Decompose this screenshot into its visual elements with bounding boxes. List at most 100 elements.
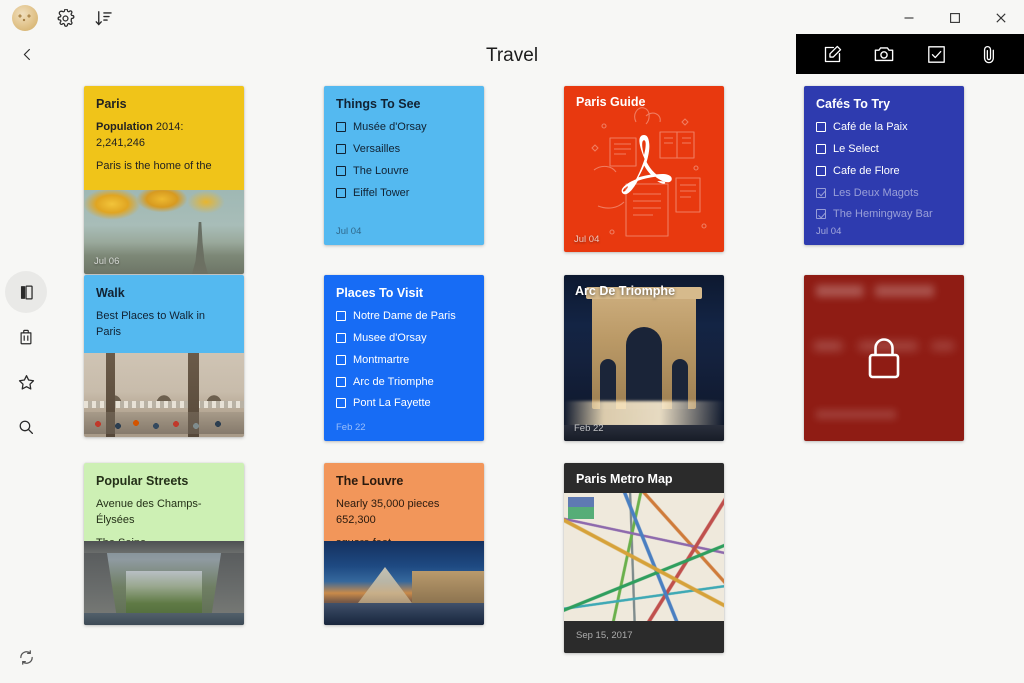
checkbox-checked-icon[interactable] (816, 188, 826, 198)
sidebar-item-favorites[interactable] (10, 366, 42, 398)
checkbox-icon[interactable] (336, 333, 346, 343)
locked-note-preview (804, 275, 964, 441)
checklist-item[interactable]: Versailles (336, 142, 472, 157)
paris-metro-map-photo (564, 493, 724, 621)
attachment-icon[interactable] (973, 39, 1003, 69)
note-card-paris[interactable]: Paris Population 2014: 2,241,246 Paris i… (84, 86, 244, 274)
checklist-label: Musee d'Orsay (353, 331, 427, 346)
checklist-label: The Hemingway Bar (833, 207, 933, 222)
checklist-label: Eiffel Tower (353, 186, 409, 201)
lock-icon (862, 333, 906, 383)
checkbox-icon[interactable] (816, 122, 826, 132)
checklist-label: Montmartre (353, 353, 409, 368)
checkbox-icon[interactable] (336, 398, 346, 408)
checklist-label: Les Deux Magots (833, 186, 919, 201)
note-create-toolbar (796, 34, 1024, 74)
left-sidebar (0, 76, 52, 683)
checklist-icon[interactable] (921, 39, 951, 69)
sort-icon[interactable] (92, 7, 114, 29)
note-title: Arc De Triomphe (575, 284, 675, 298)
note-date: Feb 22 (574, 423, 604, 434)
checkbox-icon[interactable] (816, 144, 826, 154)
checklist-item[interactable]: Arc de Triomphe (336, 375, 472, 390)
note-date: Jul 04 (336, 226, 361, 237)
note-date: Jul 04 (816, 226, 841, 237)
window-controls (886, 0, 1024, 36)
checklist-label: The Louvre (353, 164, 409, 179)
checklist-label: Notre Dame de Paris (353, 309, 456, 324)
note-title: Cafés To Try (816, 97, 952, 112)
checklist-label: Cafe de Flore (833, 164, 900, 179)
checkbox-icon[interactable] (816, 166, 826, 176)
note-line-bold: Population (96, 121, 153, 133)
close-button[interactable] (978, 0, 1024, 36)
checkbox-icon[interactable] (336, 355, 346, 365)
sidebar-item-trash[interactable] (10, 321, 42, 353)
note-line: Population 2014: 2,241,246 (96, 120, 232, 152)
checklist-item[interactable]: Les Deux Magots (816, 186, 952, 201)
note-card-the-louvre[interactable]: The Louvre Nearly 35,000 pieces 652,300 … (324, 463, 484, 625)
note-title: The Louvre (336, 474, 472, 489)
checklist-item[interactable]: Café de la Paix (816, 120, 952, 135)
paris-cafe-terrace-photo (84, 353, 244, 437)
new-note-icon[interactable] (817, 39, 847, 69)
checkbox-icon[interactable] (336, 122, 346, 132)
checklist-label: Pont La Fayette (353, 396, 431, 411)
checklist-item[interactable]: Eiffel Tower (336, 186, 472, 201)
note-card-locked[interactable] (804, 275, 964, 441)
note-title: Popular Streets (96, 474, 232, 489)
paris-eiffel-autumn-photo: Jul 06 (84, 190, 244, 274)
minimize-button[interactable] (886, 0, 932, 36)
note-date: Sep 15, 2017 (576, 630, 633, 641)
note-card-paris-guide[interactable]: Jul 04 Paris Guide (564, 86, 724, 252)
arc-de-triomphe-night-photo: Arc De Triomphe Feb 22 (564, 275, 724, 441)
note-card-arc-de-triomphe[interactable]: Arc De Triomphe Feb 22 (564, 275, 724, 441)
checkbox-checked-icon[interactable] (816, 209, 826, 219)
note-card-walk[interactable]: Walk Best Places to Walk in Paris (84, 275, 244, 437)
checklist-item[interactable]: Cafe de Flore (816, 164, 952, 179)
checklist-item[interactable]: Musée d'Orsay (336, 120, 472, 135)
checklist-item[interactable]: The Louvre (336, 164, 472, 179)
pdf-attachment-preview: Jul 04 Paris Guide (564, 86, 724, 252)
checkbox-icon[interactable] (336, 144, 346, 154)
checklist-item[interactable]: Le Select (816, 142, 952, 157)
note-line: Avenue des Champs-Élysées (96, 497, 232, 529)
user-avatar[interactable] (12, 5, 38, 31)
note-date: Feb 22 (336, 422, 366, 433)
checkbox-icon[interactable] (336, 311, 346, 321)
checklist-item[interactable]: Musee d'Orsay (336, 331, 472, 346)
camera-icon[interactable] (869, 39, 899, 69)
sync-icon[interactable] (12, 643, 40, 671)
note-card-paris-metro-map[interactable]: Paris Metro Map Sep 15, 2017 (564, 463, 724, 653)
note-card-things-to-see[interactable]: Things To See Musée d'Orsay Versailles T… (324, 86, 484, 245)
sidebar-item-search[interactable] (10, 411, 42, 443)
checkbox-icon[interactable] (336, 188, 346, 198)
checklist-label: Le Select (833, 142, 879, 157)
checkbox-icon[interactable] (336, 166, 346, 176)
checkbox-icon[interactable] (336, 377, 346, 387)
checklist-item[interactable]: Montmartre (336, 353, 472, 368)
checklist-label: Arc de Triomphe (353, 375, 434, 390)
checklist-label: Versailles (353, 142, 400, 157)
note-title: Things To See (336, 97, 472, 112)
gear-icon[interactable] (54, 7, 76, 29)
note-date: Jul 06 (94, 256, 119, 267)
note-line: Nearly 35,000 pieces 652,300 (336, 497, 472, 529)
maximize-button[interactable] (932, 0, 978, 36)
blurred-content (816, 410, 896, 419)
blurred-title (816, 285, 934, 297)
checklist-item[interactable]: Notre Dame de Paris (336, 309, 472, 324)
note-line: Paris is the home of the (96, 159, 232, 175)
note-title: Paris Metro Map (564, 463, 724, 493)
note-card-places-to-visit[interactable]: Places To Visit Notre Dame de Paris Muse… (324, 275, 484, 441)
louvre-pyramid-photo (324, 541, 484, 625)
eiffel-tower-arch-photo (84, 541, 244, 625)
note-card-cafes-to-try[interactable]: Cafés To Try Café de la Paix Le Select C… (804, 86, 964, 245)
checklist-item[interactable]: Pont La Fayette (336, 396, 472, 411)
sidebar-item-notebooks[interactable] (10, 276, 42, 308)
note-title: Paris Guide (576, 95, 645, 109)
note-card-popular-streets[interactable]: Popular Streets Avenue des Champs-Élysée… (84, 463, 244, 625)
checklist-item[interactable]: The Hemingway Bar (816, 207, 952, 222)
note-title: Places To Visit (336, 286, 472, 301)
checklist-label: Musée d'Orsay (353, 120, 427, 135)
